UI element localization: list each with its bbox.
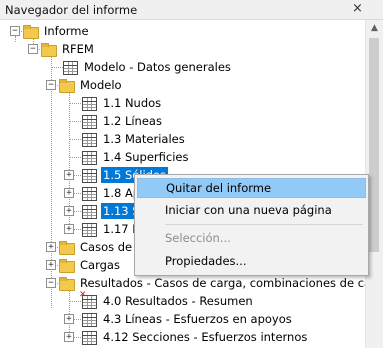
table-icon: [62, 59, 78, 75]
expand-collapse-icon[interactable]: +: [64, 170, 74, 180]
context-menu: Quitar del informe Iniciar con una nueva…: [134, 174, 369, 276]
tree-node-label: Modelo - Datos generales: [84, 60, 231, 74]
tree-node-label: 1.4 Superficies: [103, 150, 189, 164]
tree-node-apoyos[interactable]: 1.8 Ap: [81, 184, 142, 202]
folder-icon: [58, 275, 75, 291]
tree-node-label: Casos de: [80, 240, 133, 254]
tree-node-superficies[interactable]: 1.4 Superficies: [81, 148, 190, 166]
tree-node-label: Modelo: [80, 78, 122, 92]
tree-node-label: 1.1 Nudos: [103, 96, 162, 110]
table-excluded-icon: [79, 290, 97, 309]
tree-node-label: Cargas: [80, 258, 120, 272]
tree-line: [69, 139, 81, 140]
tree-node-label: Informe: [44, 24, 89, 38]
expand-collapse-icon[interactable]: +: [64, 224, 74, 234]
tree-node-modelo[interactable]: Modelo: [58, 76, 124, 94]
expand-collapse-icon[interactable]: −: [46, 80, 56, 90]
tree-node-label: 1.2 Líneas: [103, 114, 162, 128]
folder-icon: [58, 257, 75, 273]
tree-node-rfem[interactable]: RFEM: [40, 40, 96, 58]
scroll-up-icon[interactable]: ▲: [366, 20, 383, 37]
scrollbar-thumb[interactable]: [369, 38, 379, 252]
tree-line: [74, 193, 81, 194]
tree-node-materiales[interactable]: 1.3 Materiales: [81, 130, 187, 148]
close-icon[interactable]: ×: [350, 2, 365, 17]
tree-node-item-1-17[interactable]: 1.17 E: [81, 220, 142, 238]
tree-node-label: 1.3 Materiales: [103, 132, 185, 146]
tree-line: [74, 319, 81, 320]
expand-collapse-icon[interactable]: −: [46, 278, 56, 288]
tree-line: [15, 36, 16, 42]
expand-collapse-icon[interactable]: +: [64, 188, 74, 198]
expand-collapse-icon[interactable]: +: [46, 242, 56, 252]
tree-line: [69, 103, 81, 104]
tree-node-label: 4.12 Secciones - Esfuerzos internos: [103, 330, 308, 344]
tree-line: [69, 157, 81, 158]
tree-node-label: 4.0 Resultados - Resumen: [103, 294, 253, 308]
tree-line: [74, 337, 81, 338]
menu-item-remove-from-report[interactable]: Quitar del informe: [137, 178, 366, 198]
tree-node-nudos[interactable]: 1.1 Nudos: [81, 94, 163, 112]
tree-line: [69, 301, 81, 302]
tree-line: [74, 175, 81, 176]
folder-icon: [22, 23, 39, 39]
tree-line: [51, 56, 52, 308]
tree-node-secciones[interactable]: 1.13 S: [81, 202, 142, 220]
expand-collapse-icon[interactable]: +: [64, 206, 74, 216]
report-navigator-panel: Navegador del informe × − Informe − RFEM…: [0, 0, 383, 348]
expand-collapse-icon[interactable]: +: [46, 260, 56, 270]
panel-title-bar: Navegador del informe ×: [0, 0, 383, 20]
menu-item-start-new-page[interactable]: Iniciar con una nueva página: [137, 200, 366, 220]
tree-node-lineas[interactable]: 1.2 Líneas: [81, 112, 164, 130]
table-icon: [81, 185, 97, 201]
table-icon: [81, 203, 97, 219]
tree-node-resultados[interactable]: Resultados - Casos de carga, combinacion…: [58, 274, 366, 292]
folder-icon: [58, 77, 75, 93]
folder-icon: [40, 41, 57, 57]
expand-collapse-icon[interactable]: −: [10, 26, 20, 36]
table-icon: [81, 95, 97, 111]
panel-title: Navegador del informe: [5, 3, 138, 17]
expand-collapse-icon[interactable]: −: [28, 44, 38, 54]
tree-node-modelo-datos-generales[interactable]: Modelo - Datos generales: [62, 58, 233, 76]
menu-item-selection: Selección...: [165, 231, 231, 245]
tree-line: [69, 121, 81, 122]
table-icon: [81, 167, 97, 183]
table-icon: [81, 311, 97, 327]
tree-node-informe[interactable]: Informe: [22, 22, 91, 40]
menu-item-properties[interactable]: Propiedades...: [137, 251, 366, 271]
tree-node-resultados-resumen[interactable]: 4.0 Resultados - Resumen: [79, 290, 255, 310]
tree-node-lineas-esfuerzos[interactable]: 4.3 Líneas - Esfuerzos en apoyos: [81, 310, 294, 328]
expand-collapse-icon[interactable]: +: [64, 332, 74, 342]
tree-node-casos-de-carga[interactable]: Casos de: [58, 238, 134, 256]
table-icon: [81, 221, 97, 237]
table-icon: [81, 131, 97, 147]
table-icon: [81, 149, 97, 165]
tree-node-label: RFEM: [62, 42, 94, 56]
table-icon: [81, 329, 97, 345]
expand-collapse-icon[interactable]: +: [64, 314, 74, 324]
tree-line: [74, 229, 81, 230]
tree-node-cargas[interactable]: Cargas: [58, 256, 122, 274]
tree-line: [74, 211, 81, 212]
table-icon: [81, 113, 97, 129]
tree-node-label: Resultados - Casos de carga, combinacion…: [80, 276, 366, 290]
tree-node-label: 4.3 Líneas - Esfuerzos en apoyos: [103, 312, 292, 326]
folder-icon: [58, 239, 75, 255]
tree-node-secciones-esfuerzos[interactable]: 4.12 Secciones - Esfuerzos internos: [81, 328, 309, 346]
menu-separator: [165, 224, 363, 225]
